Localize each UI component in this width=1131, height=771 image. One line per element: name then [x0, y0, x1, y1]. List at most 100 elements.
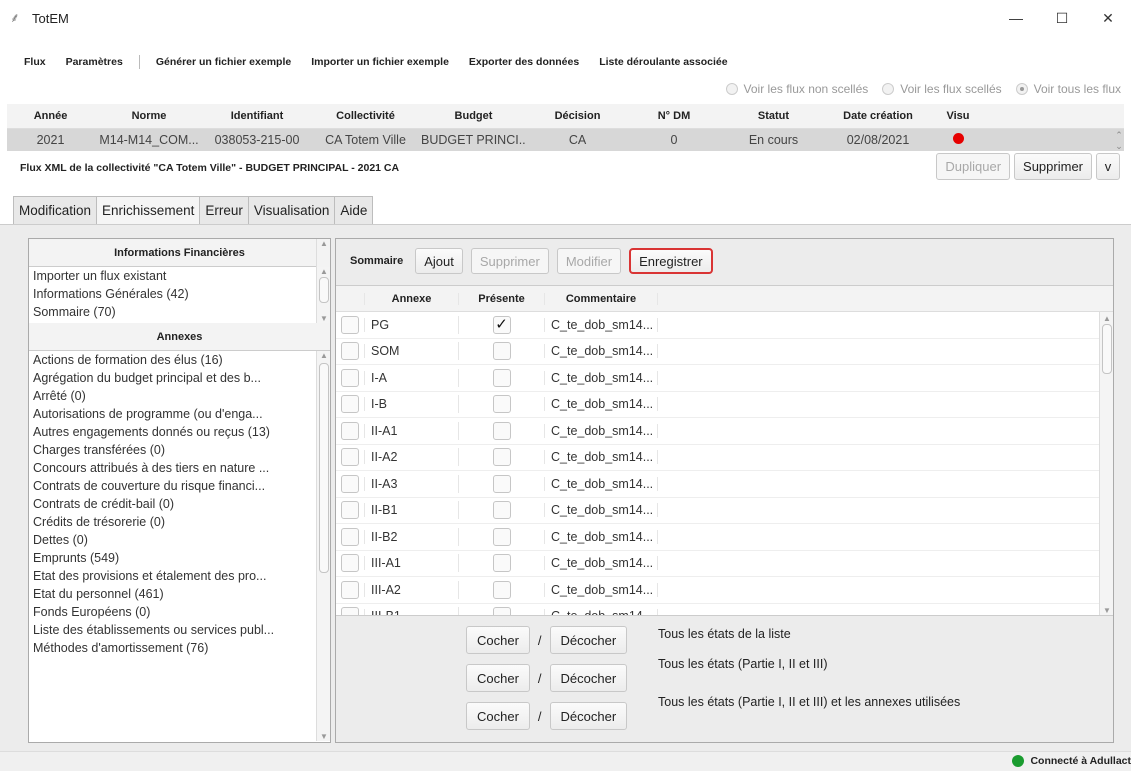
menu-importer-exemple[interactable]: Importer un fichier exemple [301, 56, 459, 68]
supprimer-button[interactable]: Supprimer [470, 248, 549, 274]
header-annexe[interactable]: Annexe [364, 292, 458, 305]
header-collectivite[interactable]: Collectivité [310, 110, 421, 122]
scroll-thumb[interactable] [319, 277, 329, 303]
row-select-checkbox[interactable] [341, 421, 359, 440]
list-item[interactable]: Liste des établissements ou services pub… [29, 621, 313, 639]
tab-modification[interactable]: Modification [13, 196, 98, 224]
list-item[interactable]: Contrats de couverture du risque financi… [29, 477, 313, 495]
row-select-checkbox[interactable] [341, 342, 359, 361]
table-row[interactable]: II-A1 C_te_dob_sm14... [336, 418, 1113, 445]
row-select-checkbox[interactable] [341, 554, 359, 573]
decocher-liste-button[interactable]: Décocher [549, 626, 628, 654]
minimize-button[interactable]: — [993, 0, 1039, 36]
radio-non-scelles[interactable]: Voir les flux non scellés [725, 82, 868, 96]
info-scrollbar[interactable]: ▲ ▼ [316, 267, 330, 323]
header-statut[interactable]: Statut [719, 110, 828, 122]
header-date-creation[interactable]: Date création [828, 110, 928, 122]
row-select-checkbox[interactable] [341, 315, 359, 334]
tab-erreur[interactable]: Erreur [199, 196, 249, 224]
row-select-checkbox[interactable] [341, 474, 359, 493]
presente-checkbox[interactable]: ✓ [492, 315, 511, 334]
row-select-checkbox[interactable] [341, 448, 359, 467]
annexes-table-scrollbar[interactable]: ▲ ▼ [1099, 312, 1113, 615]
header-visu[interactable]: Visu [928, 110, 988, 122]
table-row[interactable]: II-A3 C_te_dob_sm14... [336, 471, 1113, 498]
list-item[interactable]: Arrêté (0) [29, 387, 313, 405]
list-item[interactable]: Autres engagements donnés ou reçus (13) [29, 423, 313, 441]
table-scroll-arrows-icon[interactable]: ⌃ ⌄ [1112, 130, 1126, 152]
list-item[interactable]: Crédits de trésorerie (0) [29, 513, 313, 531]
presente-checkbox[interactable] [492, 527, 511, 546]
header-num-dm[interactable]: N° DM [629, 110, 719, 122]
scroll-thumb[interactable] [1102, 324, 1112, 374]
radio-tous[interactable]: Voir tous les flux [1015, 82, 1121, 96]
row-select-checkbox[interactable] [341, 395, 359, 414]
more-options-button[interactable]: v [1096, 153, 1120, 180]
decocher-parties-button[interactable]: Décocher [549, 664, 628, 692]
table-row[interactable]: I-B C_te_dob_sm14... [336, 392, 1113, 418]
table-row[interactable]: PG ✓ C_te_dob_sm14... [336, 312, 1113, 339]
header-decision[interactable]: Décision [526, 110, 629, 122]
tab-enrichissement[interactable]: Enrichissement [96, 196, 201, 224]
scroll-up-icon[interactable]: ▲ [317, 239, 331, 248]
list-item[interactable]: Actions de formation des élus (16) [29, 351, 313, 369]
presente-checkbox[interactable] [492, 395, 511, 414]
table-row[interactable]: III-A1 C_te_dob_sm14... [336, 551, 1113, 577]
menu-liste-deroulante[interactable]: Liste déroulante associée [589, 56, 737, 68]
header-budget[interactable]: Budget [421, 110, 526, 122]
table-row[interactable]: II-A2 C_te_dob_sm14... [336, 445, 1113, 471]
scroll-down-icon[interactable]: ▼ [1100, 606, 1113, 615]
list-item[interactable]: Agrégation du budget principal et des b.… [29, 369, 313, 387]
row-select-checkbox[interactable] [341, 368, 359, 387]
table-row[interactable]: 2021 M14-M14_COM... 038053-215-00 CA Tot… [7, 129, 1124, 151]
row-select-checkbox[interactable] [341, 527, 359, 546]
tab-aide[interactable]: Aide [334, 196, 374, 224]
list-item[interactable]: Autorisations de programme (ou d'enga... [29, 405, 313, 423]
scroll-up-icon[interactable]: ▲ [317, 351, 330, 360]
cell-visu[interactable] [928, 133, 988, 147]
cocher-liste-button[interactable]: Cocher [466, 626, 530, 654]
header-annee[interactable]: Année [7, 110, 94, 122]
visu-red-dot-icon[interactable] [952, 133, 964, 144]
outer-scrollbar[interactable]: ▲ [316, 239, 330, 267]
presente-checkbox[interactable] [492, 501, 511, 520]
list-item[interactable]: Importer un flux existant [29, 267, 313, 285]
presente-checkbox[interactable] [492, 421, 511, 440]
row-select-checkbox[interactable] [341, 580, 359, 599]
row-select-checkbox[interactable] [341, 607, 359, 615]
decocher-annexes-button[interactable]: Décocher [549, 702, 628, 730]
list-item[interactable]: Dettes (0) [29, 531, 313, 549]
cocher-parties-button[interactable]: Cocher [466, 664, 530, 692]
presente-checkbox[interactable] [492, 448, 511, 467]
table-row[interactable]: SOM C_te_dob_sm14... [336, 339, 1113, 365]
list-item[interactable]: Etat des provisions et étalement des pro… [29, 567, 313, 585]
list-item[interactable]: Contrats de crédit-bail (0) [29, 495, 313, 513]
list-item[interactable]: Etat du personnel (461) [29, 585, 313, 603]
presente-checkbox[interactable] [492, 368, 511, 387]
row-select-checkbox[interactable] [341, 501, 359, 520]
scroll-down-icon[interactable]: ▼ [317, 732, 330, 741]
table-row[interactable]: III-A2 C_te_dob_sm14... [336, 577, 1113, 604]
list-item[interactable]: Concours attribués à des tiers en nature… [29, 459, 313, 477]
presente-checkbox[interactable] [492, 580, 511, 599]
maximize-button[interactable]: ☐ [1039, 0, 1085, 36]
header-norme[interactable]: Norme [94, 110, 204, 122]
list-item[interactable]: Méthodes d'amortissement (76) [29, 639, 313, 657]
supprimer-flux-button[interactable]: Supprimer [1014, 153, 1092, 180]
dupliquer-button[interactable]: Dupliquer [936, 153, 1011, 180]
table-row[interactable]: II-B2 C_te_dob_sm14... [336, 524, 1113, 551]
modifier-button[interactable]: Modifier [556, 248, 622, 274]
scroll-down-icon[interactable]: ▼ [317, 314, 330, 323]
list-item[interactable]: Informations Générales (42) [29, 285, 313, 303]
presente-checkbox[interactable] [492, 554, 511, 573]
ajout-button[interactable]: Ajout [415, 248, 463, 274]
menu-flux[interactable]: Flux [0, 56, 56, 68]
header-identifiant[interactable]: Identifiant [204, 110, 310, 122]
list-item[interactable]: Charges transférées (0) [29, 441, 313, 459]
table-row[interactable]: II-B1 C_te_dob_sm14... [336, 498, 1113, 524]
close-button[interactable]: ✕ [1085, 0, 1131, 36]
radio-scelles[interactable]: Voir les flux scellés [882, 82, 1002, 96]
enregistrer-button[interactable]: Enregistrer [629, 248, 713, 274]
table-row[interactable]: III-B1 C_te_dob_sm14... [336, 604, 1113, 615]
presente-checkbox[interactable] [492, 607, 511, 615]
